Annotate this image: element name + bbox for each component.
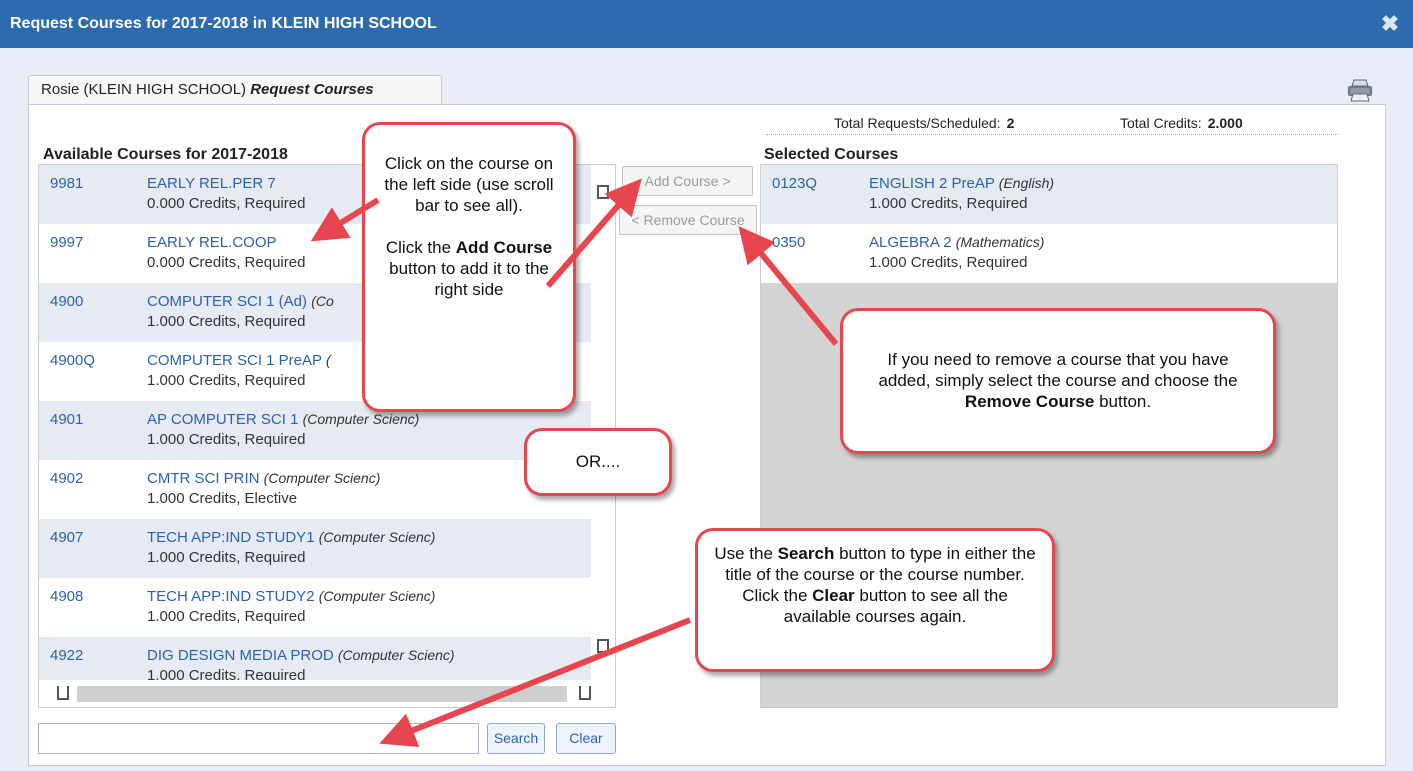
search-button[interactable]: Search (487, 723, 545, 754)
course-credits: 1.000 Credits, Elective (147, 490, 298, 507)
course-code: 9997 (50, 234, 84, 251)
course-title: DIG DESIGN MEDIA PROD (Computer Scienc) (147, 647, 455, 664)
course-credits: 1.000 Credits, Required (147, 372, 306, 389)
callout-add-course: Click on the course on the left side (us… (362, 122, 576, 412)
course-code: 4900 (50, 293, 84, 310)
tab-request-courses[interactable]: Rosie (KLEIN HIGH SCHOOL) Request Course… (28, 75, 442, 105)
course-credits: 1.000 Credits, Required (147, 549, 306, 566)
course-code: 9981 (50, 175, 84, 192)
clear-button[interactable]: Clear (556, 723, 616, 754)
scroll-left-icon[interactable] (57, 686, 69, 700)
course-code: 0123Q (772, 175, 818, 192)
course-credits: 0.000 Credits, Required (147, 195, 306, 212)
scroll-up-icon[interactable] (597, 185, 609, 199)
vertical-scrollbar[interactable] (591, 165, 615, 680)
course-title: EARLY REL.PER 7 (147, 175, 276, 192)
course-title: COMPUTER SCI 1 (Ad) (Co (147, 293, 334, 310)
course-title: AP COMPUTER SCI 1 (Computer Scienc) (147, 411, 420, 428)
printer-icon[interactable] (1346, 78, 1374, 102)
total-requests: Total Requests/Scheduled: 2 (834, 115, 1015, 131)
course-title: EARLY REL.COOP (147, 234, 277, 251)
selected-course-row[interactable]: 0350 ALGEBRA 2 (Mathematics) 1.000 Credi… (761, 224, 1337, 283)
course-title: COMPUTER SCI 1 PreAP ( (147, 352, 331, 369)
course-title: ENGLISH 2 PreAP (English) (869, 175, 1055, 192)
course-code: 4922 (50, 647, 84, 664)
horizontal-scrollbar[interactable] (39, 680, 615, 707)
course-credits: 1.000 Credits, Required (869, 195, 1028, 212)
course-row[interactable]: 4908 TECH APP:IND STUDY2 (Computer Scien… (39, 578, 591, 637)
selected-course-row[interactable]: 0123Q ENGLISH 2 PreAP (English) 1.000 Cr… (761, 165, 1337, 224)
course-credits: 1.000 Credits, Required (869, 254, 1028, 271)
tab-title: Request Courses (250, 81, 374, 98)
course-credits: 1.000 Credits, Required (147, 608, 306, 625)
available-courses-title: Available Courses for 2017-2018 (43, 146, 288, 163)
course-code: 4901 (50, 411, 84, 428)
close-x-icon[interactable]: ✖ (1379, 13, 1401, 35)
tab-student-label: Rosie (KLEIN HIGH SCHOOL) (41, 81, 247, 98)
selected-courses-title: Selected Courses (764, 146, 899, 163)
callout-search: Use the Search button to type in either … (695, 528, 1055, 672)
totals-divider (766, 134, 1338, 135)
course-title: TECH APP:IND STUDY1 (Computer Scienc) (147, 529, 436, 546)
course-credits: 1.000 Credits, Required (147, 313, 306, 330)
horizontal-scroll-thumb[interactable] (77, 686, 567, 702)
course-code: 0350 (772, 234, 806, 251)
course-title: TECH APP:IND STUDY2 (Computer Scienc) (147, 588, 436, 605)
callout-add-text-2: Click the Add Course button to add it to… (385, 238, 553, 299)
search-input[interactable] (38, 723, 479, 754)
callout-remove-course: If you need to remove a course that you … (840, 308, 1276, 454)
course-code: 4902 (50, 470, 84, 487)
scroll-down-icon[interactable] (597, 639, 609, 653)
dialog-title: Request Courses for 2017-2018 in KLEIN H… (10, 15, 437, 32)
dialog-titlebar: Request Courses for 2017-2018 in KLEIN H… (0, 0, 1413, 48)
course-code: 4900Q (50, 352, 96, 369)
course-credits: 1.000 Credits, Required (147, 431, 306, 448)
scroll-right-icon[interactable] (579, 686, 591, 700)
remove-course-button[interactable]: < Remove Course (619, 205, 757, 235)
course-title: ALGEBRA 2 (Mathematics) (869, 234, 1045, 251)
callout-or: OR.... (524, 428, 672, 496)
course-row[interactable]: 4907 TECH APP:IND STUDY1 (Computer Scien… (39, 519, 591, 578)
course-title: CMTR SCI PRIN (Computer Scienc) (147, 470, 381, 487)
course-code: 4907 (50, 529, 84, 546)
course-credits: 0.000 Credits, Required (147, 254, 306, 271)
callout-add-text-1: Click on the course on the left side (us… (384, 154, 554, 215)
add-course-button[interactable]: Add Course > (622, 166, 753, 196)
total-credits: Total Credits: 2.000 (1120, 115, 1243, 131)
course-row[interactable]: 4902 CMTR SCI PRIN (Computer Scienc) 1.0… (39, 460, 591, 519)
course-code: 4908 (50, 588, 84, 605)
